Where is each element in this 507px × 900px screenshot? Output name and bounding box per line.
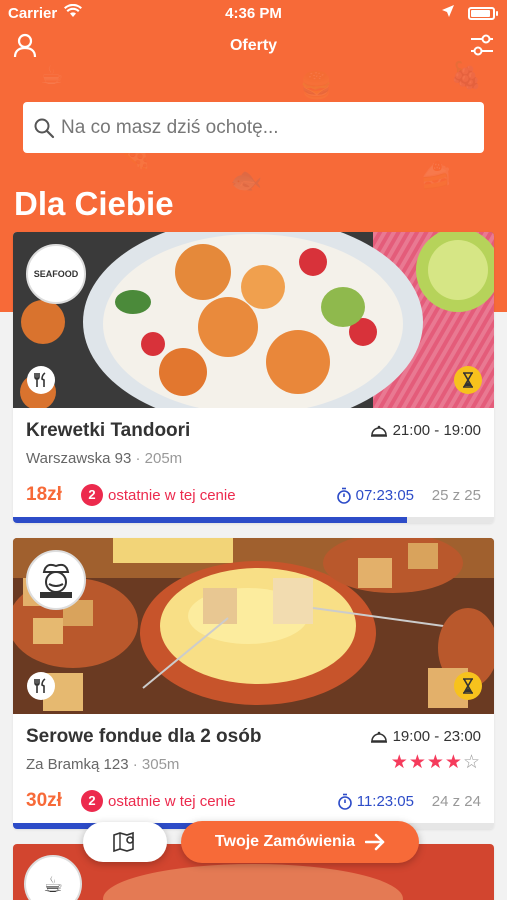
stock-count: 25 z 25 — [431, 487, 481, 504]
star-icon: ★ — [390, 752, 409, 773]
search-placeholder: Na co masz dziś ochotę... — [61, 116, 279, 138]
search-icon — [34, 118, 55, 138]
food-doodle-icon: 🐟 — [230, 165, 263, 195]
logo-text: SEAFOOD — [33, 269, 79, 279]
battery-icon — [468, 7, 498, 20]
shrimp-dish-image — [13, 232, 494, 408]
pickup-hours-text: 21:00 - 19:00 — [392, 422, 481, 439]
distance-text: 305m — [141, 756, 180, 773]
offer-photo: SEAFOOD — [13, 232, 494, 408]
remaining-count-badge: 2 — [81, 484, 103, 506]
countdown-text: 11:23:05 — [356, 793, 414, 810]
star-icon: ★ — [444, 752, 463, 773]
page-title: Oferty — [229, 37, 278, 54]
countdown-text: 07:23:05 — [355, 487, 414, 504]
star-icon: ★ — [408, 752, 427, 773]
orders-label: Twoje Zamówienia — [214, 833, 356, 850]
offer-card[interactable]: Serowe fondue dla 2 osób 19:00 - 23:00 ★… — [13, 538, 494, 829]
fondue-dish-image — [13, 538, 494, 714]
sliders-icon[interactable] — [467, 30, 497, 60]
svg-text:☕: ☕ — [43, 872, 63, 897]
offer-address: Warszawska 93 · 205m — [26, 450, 183, 467]
hourglass-icon — [454, 366, 482, 394]
availability-progress-bar — [13, 517, 494, 523]
star-icon: ☆ — [462, 752, 481, 773]
rating-stars: ★★★★☆ — [391, 751, 481, 774]
arrow-right-icon — [365, 833, 385, 851]
restaurant-logo: SEAFOOD — [26, 244, 86, 304]
cutlery-icon — [27, 672, 55, 700]
remaining-label: ostatnie w tej cenie — [108, 793, 236, 810]
chef-logo-icon — [40, 563, 72, 598]
status-bar: Carrier 4:36 PM — [0, 0, 507, 28]
offer-price: 18zł — [26, 484, 62, 505]
address-text: Warszawska 93 — [26, 450, 132, 467]
stock-count: 24 z 24 — [431, 793, 481, 810]
clock: 4:36 PM — [225, 5, 282, 22]
pickup-hours: 21:00 - 19:00 — [370, 422, 481, 439]
map-pin-icon — [113, 831, 134, 853]
distance-text: 205m — [144, 450, 183, 467]
cloche-icon — [370, 731, 387, 743]
pickup-hours: 19:00 - 23:00 — [370, 728, 481, 745]
star-icon: ★ — [426, 752, 445, 773]
restaurant-logo — [26, 550, 86, 610]
offer-name: Serowe fondue dla 2 osób — [26, 726, 262, 747]
my-orders-button[interactable]: Twoje Zamówienia — [181, 821, 419, 863]
offer-name: Krewetki Tandoori — [26, 420, 191, 441]
remaining-label: ostatnie w tej cenie — [108, 487, 236, 504]
pickup-hours-text: 19:00 - 23:00 — [392, 728, 481, 745]
cutlery-icon — [27, 366, 55, 394]
food-doodle-icon: 🍰 — [420, 160, 453, 190]
hourglass-icon — [454, 672, 482, 700]
food-doodle-icon: 🍔 — [300, 70, 333, 100]
offer-photo — [13, 538, 494, 714]
navigation-bar: Oferty — [0, 28, 507, 68]
section-title: Dla Ciebie — [14, 185, 174, 222]
offer-price: 30zł — [26, 790, 62, 811]
offer-card[interactable]: SEAFOOD Krewetki Tandoori 21:00 - 19:00 — [13, 232, 494, 523]
address-text: Za Bramką 123 — [26, 756, 129, 773]
stopwatch-icon — [336, 487, 351, 504]
countdown: 11:23:05 — [337, 793, 414, 810]
cloche-icon — [370, 425, 387, 437]
stopwatch-icon — [337, 793, 352, 810]
offer-address: Za Bramką 123 · 305m — [26, 756, 180, 773]
location-arrow-icon — [442, 5, 454, 17]
countdown: 07:23:05 — [336, 487, 414, 504]
map-button[interactable] — [83, 822, 167, 862]
search-input[interactable]: Na co masz dziś ochotę... — [23, 102, 484, 153]
progress-fill — [13, 517, 408, 523]
remaining-count-badge: 2 — [81, 790, 103, 812]
